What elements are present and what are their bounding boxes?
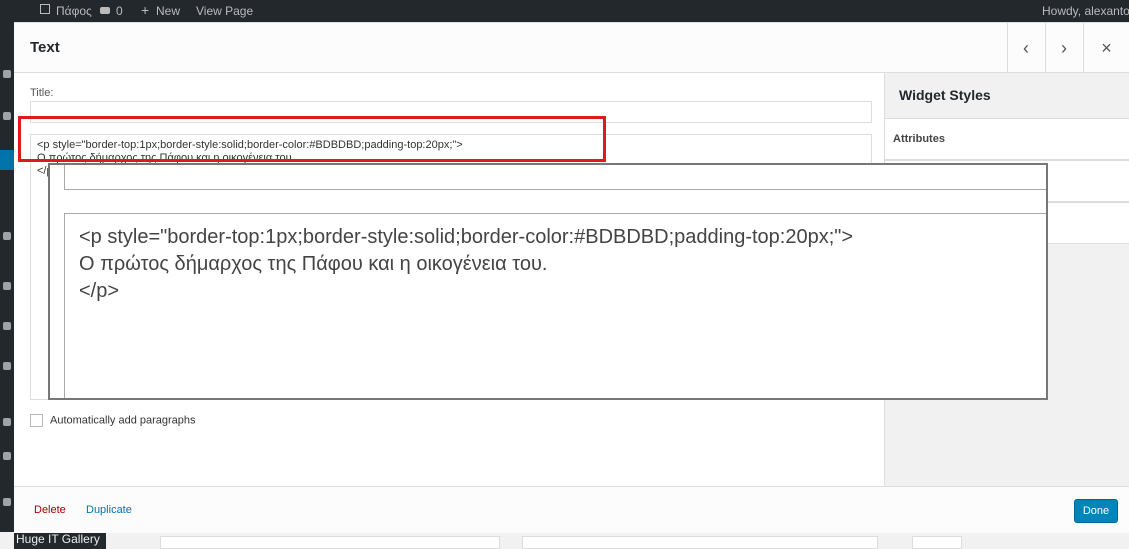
menu-icon[interactable]	[3, 418, 11, 426]
dialog-footer: Delete Duplicate Done	[14, 486, 1129, 533]
zoom-line: <p style="border-top:1px;border-style:so…	[79, 226, 854, 248]
home-icon[interactable]	[40, 4, 50, 14]
page-background: Huge IT Gallery	[0, 532, 1129, 549]
autop-checkbox[interactable]	[30, 414, 43, 427]
menu-icon[interactable]	[3, 232, 11, 240]
site-name-link[interactable]: Πάφος	[56, 4, 92, 18]
background-panel	[522, 536, 878, 549]
dialog-titlebar: Text ‹ › ×	[14, 23, 1129, 73]
widget-styles-heading: Widget Styles	[899, 87, 991, 103]
close-button[interactable]: ×	[1083, 23, 1129, 73]
autop-label: Automatically add paragraphs	[50, 414, 196, 427]
previous-button[interactable]: ‹	[1007, 23, 1044, 73]
comments-count[interactable]: 0	[116, 4, 123, 18]
plus-icon[interactable]: +	[141, 2, 149, 18]
admin-bar: Πάφος 0 + New View Page Howdy, alexantor	[0, 0, 1129, 22]
dialog-title: Text	[30, 39, 60, 56]
sidebar-item-gallery[interactable]: Huge IT Gallery	[14, 532, 106, 549]
menu-icon[interactable]	[3, 282, 11, 290]
duplicate-link[interactable]: Duplicate	[86, 504, 132, 516]
menu-current-indicator	[0, 150, 14, 170]
background-panel	[160, 536, 500, 549]
zoom-callout: <p style="border-top:1px;border-style:so…	[48, 163, 1048, 400]
menu-icon[interactable]	[3, 362, 11, 370]
zoom-title-input	[64, 165, 1046, 190]
new-link[interactable]: New	[156, 4, 180, 18]
comment-icon[interactable]	[100, 7, 110, 14]
highlight-box	[18, 116, 606, 162]
autop-option[interactable]: Automatically add paragraphs	[30, 414, 196, 427]
background-panel	[912, 536, 962, 549]
menu-icon[interactable]	[3, 322, 11, 330]
view-page-link[interactable]: View Page	[196, 4, 253, 18]
menu-icon[interactable]	[3, 112, 11, 120]
delete-link[interactable]: Delete	[34, 504, 66, 516]
menu-icon[interactable]	[3, 70, 11, 78]
zoom-line: Ο πρώτος δήμαρχος της Πάφου και η οικογέ…	[79, 253, 548, 275]
next-button[interactable]: ›	[1045, 23, 1082, 73]
done-button[interactable]: Done	[1074, 499, 1118, 523]
zoom-content: <p style="border-top:1px;border-style:so…	[64, 213, 1046, 398]
menu-icon[interactable]	[3, 498, 11, 506]
section-attributes[interactable]: Attributes	[885, 118, 1129, 160]
howdy-user[interactable]: Howdy, alexantor	[1042, 4, 1129, 18]
title-field-label: Title:	[30, 87, 54, 99]
menu-icon[interactable]	[3, 452, 11, 460]
zoom-line: </p>	[79, 280, 120, 302]
admin-menu	[0, 22, 14, 549]
